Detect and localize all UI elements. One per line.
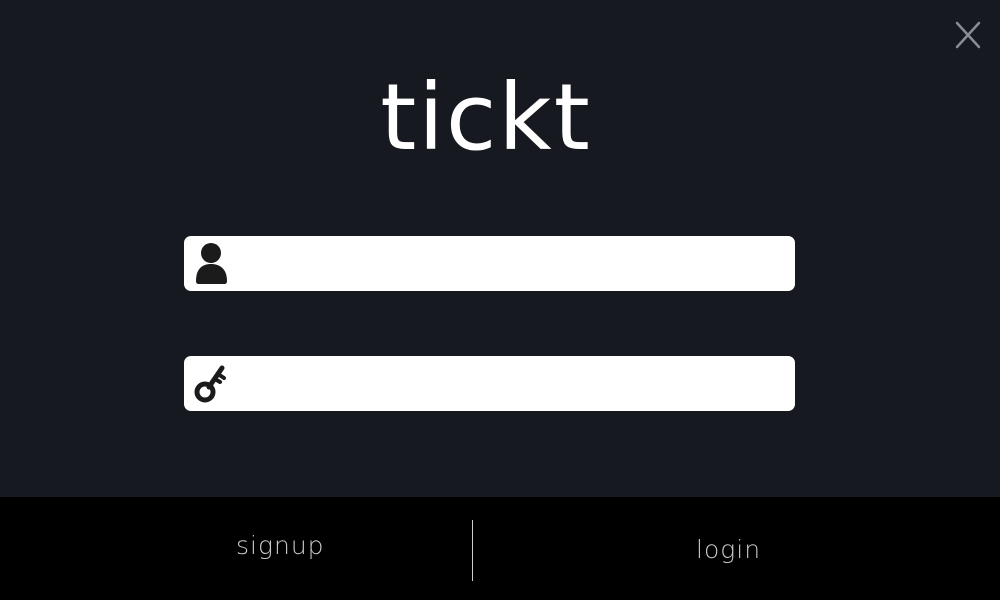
username-field[interactable] <box>184 236 795 291</box>
signup-label: signup <box>236 531 325 560</box>
login-window: tickt signup login <box>0 0 1000 600</box>
footer-bar: signup login <box>0 497 1000 600</box>
close-icon <box>955 21 981 49</box>
user-icon <box>194 241 230 285</box>
footer-divider <box>472 520 473 581</box>
key-icon <box>194 361 230 405</box>
password-field[interactable] <box>184 356 795 411</box>
close-button[interactable] <box>954 20 982 50</box>
password-input[interactable] <box>240 364 780 403</box>
login-label: login <box>696 535 762 564</box>
app-logo: tickt <box>380 64 592 171</box>
username-input[interactable] <box>240 244 780 283</box>
login-button[interactable]: login <box>474 497 1000 600</box>
signup-button[interactable]: signup <box>0 497 472 600</box>
